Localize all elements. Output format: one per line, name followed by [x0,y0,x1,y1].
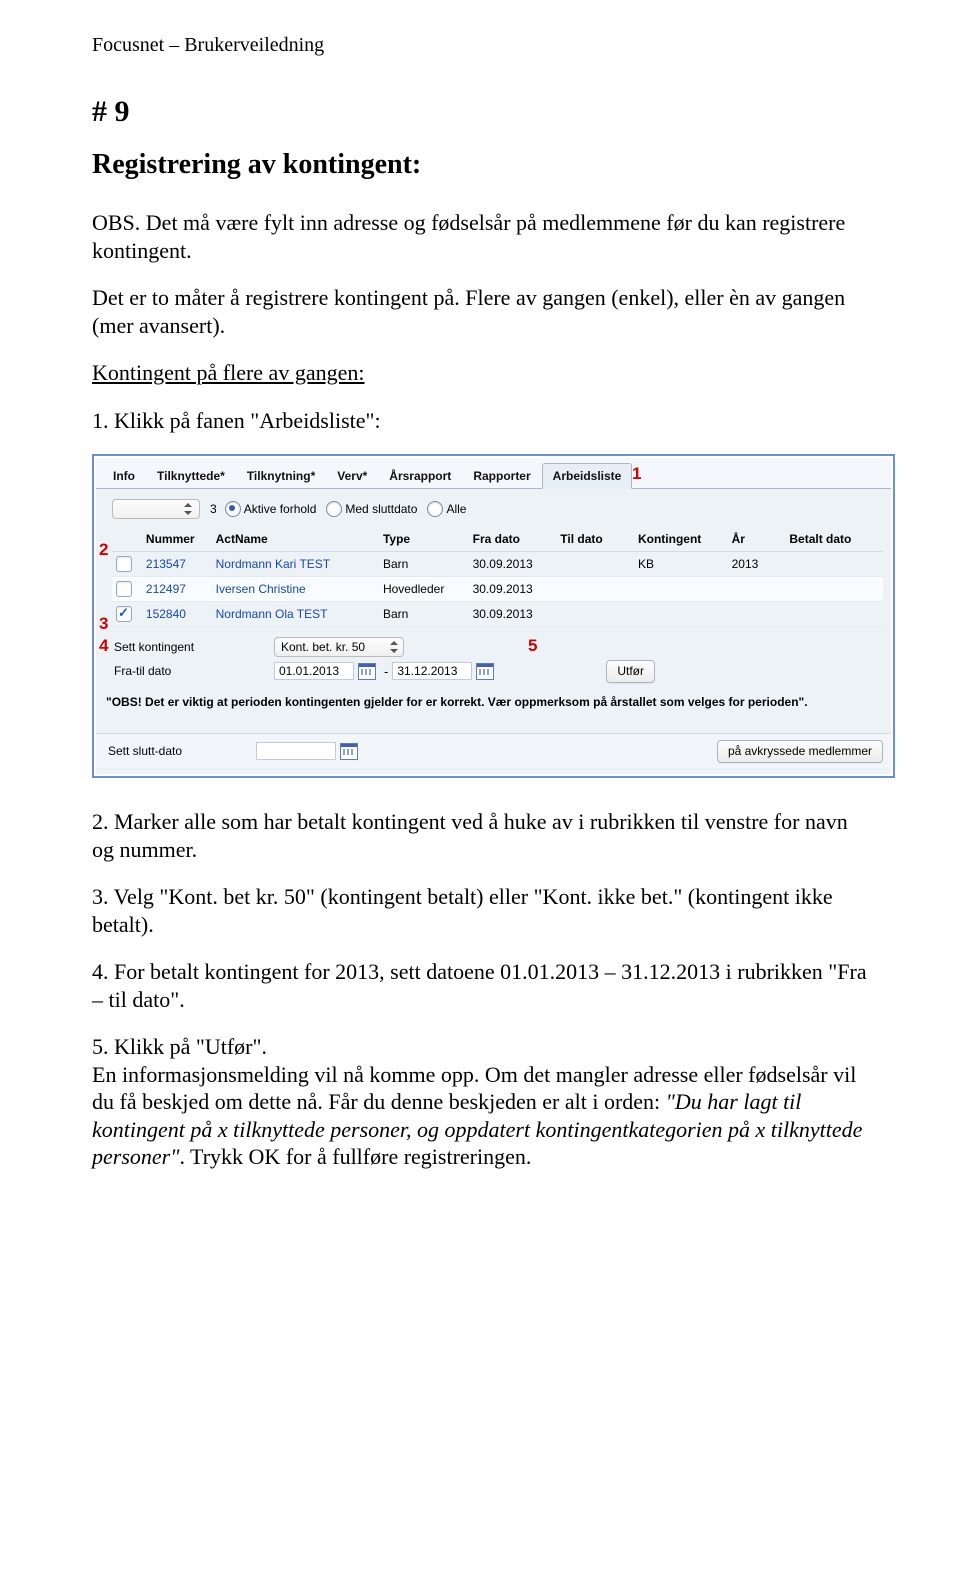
sett-sluttdato-label: Sett slutt-dato [106,744,182,758]
cell-name[interactable]: Nordmann Ola TEST [212,607,379,621]
cell-name[interactable]: Iversen Christine [212,582,379,596]
radio-sluttdato-label: Med sluttdato [345,502,417,516]
doc-header: Focusnet – Brukerveiledning [92,34,868,57]
tab-bar: Info Tilknyttede* Tilknytning* Verv* Års… [96,458,891,489]
table-row: 213547 Nordmann Kari TEST Barn 30.09.201… [112,552,883,577]
annotation-5: 5 [528,636,537,656]
tab-arbeidsliste[interactable]: Arbeidsliste [542,463,633,489]
calendar-icon[interactable] [358,663,376,680]
radio-sluttdato[interactable]: Med sluttdato [326,501,417,517]
sluttdato-input[interactable] [256,742,336,760]
step-2: 2. Marker alle som har betalt kontingent… [92,808,868,863]
fratil-row: Fra-til dato - Utfør [106,659,883,683]
cell-kont: KB [634,557,728,571]
obs-warning: "OBS! Det er viktig at perioden kontinge… [96,683,891,733]
dash: - [384,664,388,679]
col-type: Type [379,532,469,546]
cell-ar: 2013 [728,557,786,571]
radio-aktive[interactable]: Aktive forhold [225,501,317,517]
annotation-2: 2 [99,540,108,560]
cell-type: Barn [379,607,469,621]
annotation-4: 4 [99,636,108,656]
updown-icon [389,641,399,653]
row-checkbox[interactable] [116,581,132,597]
cell-fra: 30.09.2013 [469,557,557,571]
updown-icon [183,503,193,515]
fratil-label: Fra-til dato [106,664,274,678]
radio-dot-icon [225,501,241,517]
cell-fra: 30.09.2013 [469,582,557,596]
date-to-input[interactable] [392,662,472,680]
step-1: 1. Klikk på fanen "Arbeidsliste": [92,407,868,435]
tab-tilknyttede[interactable]: Tilknyttede* [146,464,236,488]
calendar-icon[interactable] [476,663,494,680]
col-ar: År [728,532,786,546]
app-screenshot-frame: 1 2 3 4 5 Info Tilknyttede* Tilknytning*… [92,454,895,778]
col-betalt: Betalt dato [785,532,883,546]
radio-alle-label: Alle [446,502,466,516]
pa-avkryssede-button[interactable]: på avkryssede medlemmer [717,740,883,763]
footer-row: Sett slutt-dato på avkryssede medlemmer [96,733,891,768]
members-table: Nummer ActName Type Fra dato Til dato Ko… [112,527,883,627]
page-number: # 9 [92,95,868,129]
cell-nummer[interactable]: 213547 [142,557,212,571]
cell-name[interactable]: Nordmann Kari TEST [212,557,379,571]
sett-kontingent-row: Sett kontingent Kont. bet. kr. 50 [106,635,883,659]
step-4: 4. For betalt kontingent for 2013, sett … [92,958,868,1013]
radio-dot-icon [326,501,342,517]
row-count: 3 [210,502,217,516]
count-select[interactable] [112,499,200,519]
radio-dot-icon [427,501,443,517]
col-actname: ActName [212,532,379,546]
col-kontingent: Kontingent [634,532,728,546]
table-row: 212497 Iversen Christine Hovedleder 30.0… [112,577,883,602]
app-screenshot: 1 2 3 4 5 Info Tilknyttede* Tilknytning*… [96,458,891,774]
control-area: Sett kontingent Kont. bet. kr. 50 Fra-ti… [96,631,891,683]
cell-nummer[interactable]: 212497 [142,582,212,596]
table-row: 152840 Nordmann Ola TEST Barn 30.09.2013 [112,602,883,627]
annotation-1: 1 [632,464,641,484]
kontingent-select[interactable]: Kont. bet. kr. 50 [274,637,404,657]
tab-arsrapport[interactable]: Årsrapport [378,464,462,488]
step-3: 3. Velg "Kont. bet kr. 50" (kontingent b… [92,883,868,938]
tab-tilknytning[interactable]: Tilknytning* [236,464,326,488]
col-nummer: Nummer [142,532,212,546]
two-ways-paragraph: Det er to måter å registrere kontingent … [92,284,868,339]
radio-alle[interactable]: Alle [427,501,466,517]
tab-rapporter[interactable]: Rapporter [462,464,541,488]
date-from-input[interactable] [274,662,354,680]
radio-aktive-label: Aktive forhold [244,502,317,516]
sett-kontingent-label: Sett kontingent [106,640,274,654]
cell-type: Hovedleder [379,582,469,596]
document-page: Focusnet – Brukerveiledning # 9 Registre… [0,0,960,1585]
annotation-3: 3 [99,614,108,634]
subheading: Kontingent på flere av gangen: [92,359,868,387]
page-title: Registrering av kontingent: [92,149,868,181]
row-checkbox[interactable] [116,556,132,572]
cell-nummer[interactable]: 152840 [142,607,212,621]
step-5-tail: . Trykk OK for å fullføre registreringen… [179,1144,531,1169]
utfor-button[interactable]: Utfør [606,660,655,683]
step-5-line1: 5. Klikk på "Utfør". [92,1034,267,1059]
col-fra: Fra dato [469,532,557,546]
row-checkbox[interactable] [116,606,132,622]
tab-info[interactable]: Info [102,464,146,488]
tab-verv[interactable]: Verv* [326,464,378,488]
filter-row: 3 Aktive forhold Med sluttdato Alle [96,489,891,525]
table-header-row: Nummer ActName Type Fra dato Til dato Ko… [112,527,883,552]
col-til: Til dato [556,532,634,546]
step-5: 5. Klikk på "Utfør". En informasjonsmeld… [92,1033,868,1171]
utfor-button-label: Utfør [617,664,644,678]
cell-fra: 30.09.2013 [469,607,557,621]
kontingent-select-value: Kont. bet. kr. 50 [281,640,365,654]
calendar-icon[interactable] [340,743,358,760]
cell-type: Barn [379,557,469,571]
pa-avkryssede-label: på avkryssede medlemmer [728,744,872,758]
intro-paragraph: OBS. Det må være fylt inn adresse og fød… [92,209,868,264]
